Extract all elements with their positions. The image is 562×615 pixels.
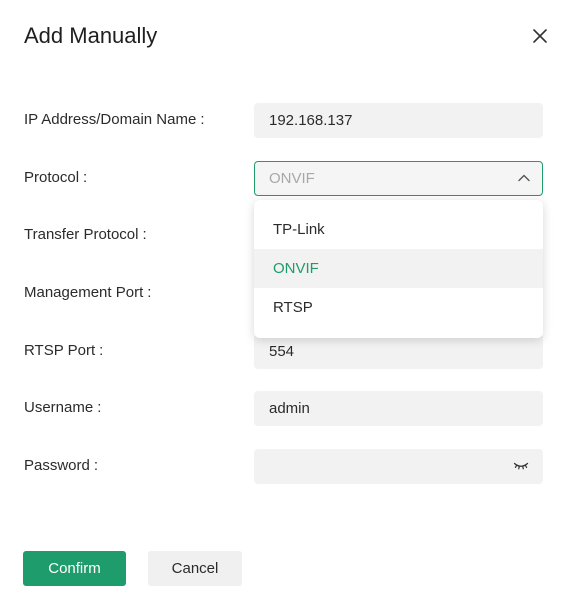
ip-address-value: 192.168.137 [269, 112, 353, 129]
dropdown-option-label: TP-Link [273, 221, 325, 238]
management-port-label-text: Management Port [24, 284, 144, 301]
label-colon: : [97, 399, 102, 416]
dropdown-option-onvif[interactable]: ONVIF [254, 249, 543, 288]
protocol-label: Protocol: [24, 168, 87, 188]
username-label: Username: [24, 398, 101, 418]
dropdown-option-rtsp[interactable]: RTSP [254, 288, 543, 327]
transfer-protocol-label: Transfer Protocol: [24, 225, 147, 245]
protocol-select[interactable]: ONVIF [254, 161, 543, 196]
ip-address-field[interactable]: 192.168.137 [254, 103, 543, 138]
transfer-protocol-label-text: Transfer Protocol [24, 226, 139, 243]
dropdown-option-label: RTSP [273, 299, 313, 316]
username-label-text: Username [24, 399, 94, 416]
ip-address-label-text: IP Address/Domain Name [24, 111, 197, 128]
rtsp-port-value: 554 [269, 343, 295, 360]
close-button[interactable] [528, 24, 552, 48]
add-manually-dialog: Add Manually IP Address/Domain Name: 192… [0, 0, 562, 615]
confirm-button[interactable]: Confirm [23, 551, 126, 586]
cancel-button[interactable]: Cancel [148, 551, 242, 586]
password-field[interactable] [254, 449, 543, 484]
dropdown-option-label: ONVIF [273, 260, 319, 277]
close-icon [533, 29, 547, 43]
management-port-label: Management Port: [24, 283, 151, 303]
rtsp-port-label: RTSP Port: [24, 341, 103, 361]
label-colon: : [99, 342, 104, 359]
protocol-dropdown-menu: TP-Link ONVIF RTSP [254, 200, 543, 338]
protocol-label-text: Protocol [24, 169, 80, 186]
eye-closed-icon[interactable] [513, 460, 529, 472]
dialog-title: Add Manually [24, 23, 158, 48]
username-field[interactable]: admin [254, 391, 543, 426]
password-label-text: Password [24, 457, 90, 474]
label-colon: : [200, 111, 205, 128]
rtsp-port-label-text: RTSP Port [24, 342, 96, 359]
username-value: admin [269, 400, 310, 417]
dropdown-option-tp-link[interactable]: TP-Link [254, 210, 543, 249]
ip-address-label: IP Address/Domain Name: [24, 110, 204, 130]
label-colon: : [83, 169, 88, 186]
password-label: Password: [24, 456, 98, 476]
label-colon: : [147, 284, 152, 301]
chevron-up-icon [518, 174, 530, 182]
label-colon: : [93, 457, 99, 474]
protocol-selected-value: ONVIF [269, 170, 315, 187]
rtsp-port-field[interactable]: 554 [254, 334, 543, 369]
label-colon: : [142, 226, 147, 243]
